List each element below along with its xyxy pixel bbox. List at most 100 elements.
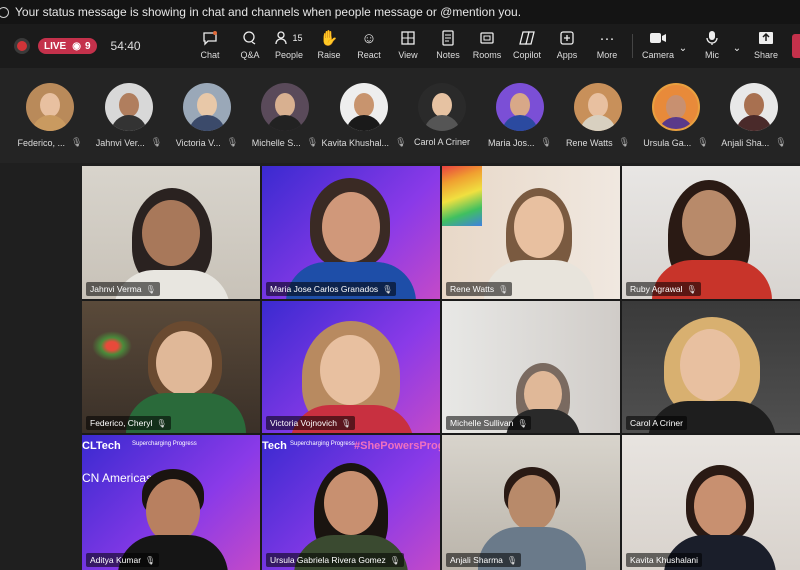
- video-tile[interactable]: Maria Jose Carlos Granados 🎙: [262, 166, 440, 299]
- more-label: More: [596, 50, 618, 60]
- video-tile[interactable]: Jahnvi Verma 🎙: [82, 166, 260, 299]
- video-tile[interactable]: Michelle Sullivan 🎙: [442, 301, 620, 433]
- viewer-count: 9: [84, 40, 91, 52]
- mic-muted-icon: 🎙: [226, 137, 239, 147]
- leave-button[interactable]: [792, 34, 800, 58]
- camera-button[interactable]: Camera: [638, 28, 678, 66]
- camera-icon: [649, 28, 667, 48]
- live-label: LIVE: [44, 40, 67, 52]
- mic-muted-icon: 🎙: [389, 555, 400, 565]
- attendee-avatar-tile[interactable]: Ursula Ga... 🎙: [638, 83, 714, 148]
- mic-muted-icon: 🎙: [540, 137, 552, 147]
- attendee-strip: Federico, ... 🎙 Jahnvi Ver... 🎙 Victoria V…: [0, 68, 800, 163]
- participant-name-tag: Carol A Criner: [626, 416, 687, 430]
- rooms-button[interactable]: Rooms: [467, 28, 507, 66]
- react-icon: ☺: [361, 29, 377, 47]
- attendee-avatar-tile[interactable]: Kavita Khushal... 🎙: [322, 83, 407, 148]
- participant-name: Ruby Agrawal: [630, 284, 683, 294]
- attendee-avatar-tile[interactable]: Federico, ... 🎙: [12, 83, 88, 148]
- apps-button[interactable]: Apps: [547, 28, 587, 66]
- attendee-avatar-tile[interactable]: Carol A Criner: [404, 83, 480, 147]
- copilot-button[interactable]: Copilot: [507, 28, 547, 66]
- mic-muted-icon: 🎙: [697, 137, 709, 147]
- avatar: [418, 83, 466, 131]
- raise-label: Raise: [317, 50, 341, 60]
- mic-button[interactable]: Mic: [692, 28, 732, 66]
- video-tile[interactable]: Tech Supercharging Progress #ShePowersPr…: [262, 435, 440, 570]
- attendee-avatar-tile[interactable]: Michelle S... 🎙: [247, 83, 323, 148]
- live-badge[interactable]: LIVE ◉ 9: [38, 38, 97, 54]
- rooms-label: Rooms: [472, 50, 502, 60]
- attendee-name: Carol A Criner: [413, 137, 471, 147]
- rooms-icon: [479, 28, 495, 48]
- attendee-name: Victoria V...: [175, 137, 221, 148]
- qa-button[interactable]: Q&A: [230, 28, 270, 66]
- mic-muted-icon: 🎙: [506, 555, 518, 565]
- chat-label: Chat: [200, 50, 220, 60]
- react-label: React: [357, 50, 381, 60]
- background-brand: CLTech: [82, 440, 121, 452]
- background-region: CN Americas: [82, 471, 153, 485]
- video-tile[interactable]: Anjali Sharma 🎙: [442, 435, 620, 570]
- participant-name-tag: Ursula Gabriela Rivera Gomez 🎙: [266, 553, 404, 567]
- avatar: [261, 83, 309, 131]
- participant-name-tag: Federico, Cheryl 🎙: [86, 416, 171, 430]
- copilot-label: Copilot: [512, 50, 541, 60]
- chat-button[interactable]: Chat: [190, 28, 230, 66]
- participant-name: Rene Watts: [450, 284, 495, 294]
- mic-muted-icon: 🎙: [382, 284, 393, 294]
- view-button[interactable]: View: [388, 28, 428, 66]
- attendee-avatar-tile[interactable]: Victoria V... 🎙: [169, 83, 245, 148]
- more-button[interactable]: ··· More: [587, 28, 627, 66]
- view-label: View: [398, 50, 418, 60]
- mic-muted-icon: 🎙: [145, 555, 156, 565]
- attendee-avatar-tile[interactable]: Anjali Sha... 🎙: [716, 83, 792, 148]
- mic-muted-icon: 🎙: [340, 418, 352, 428]
- raise-hand-icon: ✋: [319, 30, 339, 47]
- react-button[interactable]: ☺ React: [349, 28, 389, 66]
- video-tile[interactable]: Federico, Cheryl 🎙: [82, 301, 260, 433]
- apps-icon: [560, 28, 574, 48]
- attendee-name: Kavita Khushal...: [321, 137, 390, 148]
- attendee-name: Maria Jos...: [488, 137, 535, 148]
- people-button[interactable]: 15 People: [269, 28, 309, 66]
- avatar: [183, 83, 231, 131]
- notes-label: Notes: [436, 50, 460, 60]
- video-tile[interactable]: Carol A Criner: [622, 301, 800, 433]
- notes-button[interactable]: Notes: [428, 28, 468, 66]
- attendee-avatar-tile[interactable]: Maria Jos... 🎙: [482, 83, 558, 148]
- attendee-avatar-tile[interactable]: Jahnvi Ver... 🎙: [91, 83, 167, 148]
- avatar: [105, 83, 153, 131]
- participant-name: Aditya Kumar: [90, 555, 142, 565]
- status-info-icon: [0, 6, 9, 18]
- attendee-name: Ursula Ga...: [643, 137, 692, 148]
- qa-label: Q&A: [240, 50, 260, 60]
- camera-label: Camera: [641, 50, 674, 60]
- share-button[interactable]: Share: [746, 28, 786, 66]
- raise-hand-button[interactable]: ✋ Raise: [309, 28, 349, 66]
- participant-name: Carol A Criner: [630, 418, 683, 428]
- people-icon: 15: [275, 28, 303, 48]
- participant-name-tag: Kavita Khushalani: [626, 553, 703, 567]
- video-tile[interactable]: Ruby Agrawal 🎙: [622, 166, 800, 299]
- participant-name-tag: Rene Watts 🎙: [446, 282, 513, 296]
- avatar: [574, 83, 622, 131]
- toolbar-divider: [632, 34, 633, 58]
- participant-name-tag: Victoria Vojnovich 🎙: [266, 416, 356, 430]
- people-label: People: [274, 50, 304, 60]
- participant-name: Federico, Cheryl: [90, 418, 153, 428]
- status-message-banner: Your status message is showing in chat a…: [0, 0, 800, 24]
- mic-muted-icon: 🎙: [498, 284, 509, 294]
- attendee-name: Jahnvi Ver...: [95, 137, 145, 148]
- attendee-avatar-tile[interactable]: Rene Watts 🎙: [560, 83, 636, 148]
- share-icon: [758, 28, 774, 48]
- people-count-badge: 15: [292, 33, 303, 43]
- background-hashtag: #ShePowersProg: [354, 440, 440, 452]
- video-tile[interactable]: Rene Watts 🎙: [442, 166, 620, 299]
- video-tile[interactable]: Kavita Khushalani: [622, 435, 800, 570]
- participant-name-tag: Michelle Sullivan 🎙: [446, 416, 532, 430]
- mic-icon: [706, 28, 718, 48]
- video-tile[interactable]: Victoria Vojnovich 🎙: [262, 301, 440, 433]
- video-tile[interactable]: CLTech Supercharging Progress CN America…: [82, 435, 260, 570]
- avatar: [26, 83, 74, 131]
